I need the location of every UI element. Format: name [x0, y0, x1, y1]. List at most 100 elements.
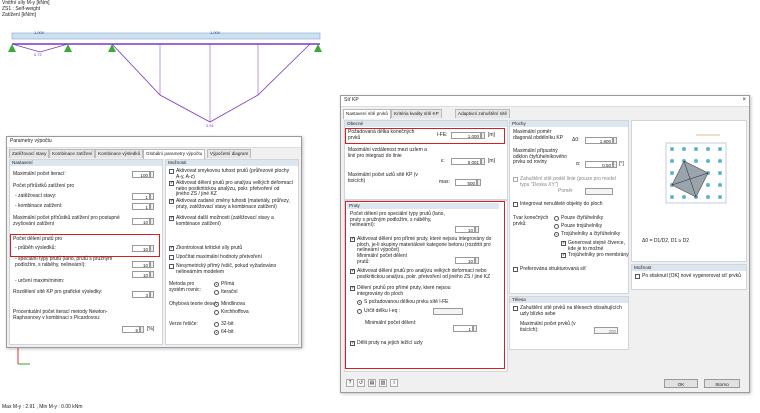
spinner[interactable] — [613, 137, 617, 144]
help-icon[interactable]: ? — [346, 379, 354, 387]
spinner[interactable] — [150, 171, 154, 178]
min-div-label: Minimální počet dělení prutů: — [357, 253, 408, 265]
option-checkbox[interactable]: ✓ — [169, 246, 174, 251]
load-icon[interactable]: ▥ — [379, 379, 387, 387]
min-div-input[interactable]: 10 — [455, 257, 475, 264]
spinner[interactable] — [150, 193, 154, 200]
spinner[interactable] — [150, 218, 154, 225]
option-label: Upočítat maximální hodnoty přetvoření — [176, 254, 262, 260]
special-div-input[interactable]: 10 — [455, 226, 475, 233]
tab-calc-diagram[interactable]: Výpočetní diagram — [207, 149, 252, 158]
option-checkbox[interactable] — [513, 267, 518, 272]
fe-div-input[interactable]: 3 — [132, 291, 150, 298]
spinner[interactable] — [140, 326, 144, 333]
steps-lc-input[interactable]: 1 — [132, 193, 150, 200]
section-header: Nastavení — [10, 160, 162, 166]
radio-label: Iterační — [221, 289, 238, 295]
div-special-input[interactable]: 10 — [132, 261, 150, 268]
option-checkbox[interactable] — [635, 274, 640, 279]
option-checkbox[interactable]: ✓ — [350, 286, 355, 291]
option-label: Po stisknutí [OK] nové vygenerovat síť p… — [642, 273, 741, 279]
max-dist-input[interactable]: 0.001 — [451, 158, 481, 165]
dialog-title: Síť KP — [344, 97, 359, 103]
moment-curve-main — [111, 43, 311, 123]
radio-iterative[interactable] — [214, 290, 219, 295]
spinner[interactable] — [477, 179, 481, 186]
max-steps-label: Maximální počet přírůstků zatížení pro p… — [13, 215, 120, 227]
radio-fe-length[interactable] — [357, 300, 362, 305]
option-checkbox[interactable]: ✓ — [169, 216, 174, 221]
unit-label: [m] — [488, 158, 495, 164]
tab-mesh-quality[interactable]: Kritéria kvality sítě KP — [391, 109, 442, 118]
ok-button[interactable]: OK — [664, 379, 698, 388]
nr-label: Procentuální počet iterací metody Newton… — [13, 309, 108, 321]
tab-load-combos[interactable]: Kombinace zatížení — [49, 149, 96, 158]
option-checkbox[interactable] — [513, 306, 518, 311]
spinner[interactable] — [150, 271, 154, 278]
tab-result-combos[interactable]: Kombinace výsledků — [95, 149, 144, 158]
max-elements-input[interactable]: 200 — [594, 327, 618, 334]
spinner[interactable] — [475, 226, 479, 233]
radio-32bit[interactable] — [214, 322, 219, 327]
option-label: Aktivovat dělení pro přímé pruty, které … — [357, 236, 492, 253]
nr-input[interactable]: 5 — [122, 326, 140, 333]
option-label: Zahuštění sítě prvků na tělesech obsahuj… — [520, 305, 622, 317]
option-checkbox[interactable]: ✓ — [350, 237, 355, 242]
radio-64bit[interactable] — [214, 330, 219, 335]
spinner[interactable] — [150, 203, 154, 210]
spinner[interactable] — [150, 261, 154, 268]
highlight-box — [345, 128, 505, 144]
option-checkbox[interactable] — [513, 202, 518, 207]
moment-max-value: 2.91 — [206, 123, 214, 128]
radio-kirchhoff[interactable] — [214, 310, 219, 315]
radio-custom-length[interactable] — [357, 309, 362, 314]
tab-global-params[interactable]: Globální parametry výpočtu — [143, 149, 206, 159]
solids-panel: Tělesa Zahuštění sítě prvků na tělesech … — [509, 296, 629, 350]
spinner[interactable] — [150, 291, 154, 298]
option-checkbox[interactable]: ✓ — [350, 341, 355, 346]
custom-length-input[interactable] — [433, 308, 463, 315]
members-panel: Pruty Počet dělení pro speciální typy pr… — [344, 200, 508, 372]
max-iter-input[interactable]: 100 — [132, 171, 150, 178]
tab-mesh-settings[interactable]: Nastavení sítě prvků — [343, 109, 391, 119]
tab-load-cases[interactable]: Zatěžovací stavy — [9, 149, 50, 158]
option-checkbox[interactable]: ✓ — [169, 181, 174, 186]
settings-panel: Nastavení Maximální počet iterací: 100 P… — [9, 159, 163, 345]
steps-co-input[interactable]: 1 — [132, 203, 150, 210]
mesh-diagram — [665, 134, 727, 204]
radio-triangles[interactable] — [554, 224, 559, 229]
tab-adaptive[interactable]: Adaptivní zahuštění sítě — [455, 109, 511, 118]
radio-quads[interactable] — [554, 216, 559, 221]
option-checkbox[interactable] — [169, 169, 174, 174]
option-checkbox[interactable]: ✓ — [350, 269, 355, 274]
spinner[interactable] — [481, 158, 485, 165]
max-dev-input[interactable]: 0.50 — [585, 161, 613, 168]
reset-icon[interactable]: ↺ — [357, 379, 365, 387]
info-icon[interactable]: i — [390, 379, 398, 387]
save-icon[interactable]: ▤ — [368, 379, 376, 387]
radio-direct[interactable] — [214, 282, 219, 287]
spinner[interactable] — [475, 257, 479, 264]
ratio-input[interactable] — [585, 188, 613, 195]
options-panel: Možnosti Aktivovat smykovou tuhost prutů… — [165, 159, 299, 345]
spinner[interactable] — [473, 325, 477, 332]
max-ratio-input[interactable]: 1.800 — [585, 137, 613, 144]
option-checkbox[interactable] — [513, 177, 518, 182]
close-icon[interactable]: × — [742, 97, 746, 104]
method-label: Metoda pro systém rovnic: — [169, 281, 201, 293]
option-checkbox[interactable]: ✓ — [561, 241, 566, 246]
option-checkbox[interactable] — [169, 264, 174, 269]
option-checkbox[interactable]: ✓ — [169, 199, 174, 204]
option-checkbox[interactable] — [169, 255, 174, 260]
max-nodes-symbol: max: — [439, 179, 450, 185]
div-max-input[interactable]: 10 — [132, 271, 150, 278]
cancel-button[interactable]: Storno — [704, 379, 740, 388]
radio-label: Kirchhoffova — [221, 309, 249, 315]
min-div2-input[interactable]: 1 — [453, 325, 473, 332]
max-steps-input[interactable]: 10 — [132, 218, 150, 225]
max-nodes-input[interactable]: 500 — [455, 179, 477, 186]
radio-mindlin[interactable] — [214, 302, 219, 307]
spinner[interactable] — [613, 161, 617, 168]
radio-mixed[interactable] — [554, 232, 559, 237]
option-checkbox[interactable]: ✓ — [561, 253, 566, 258]
